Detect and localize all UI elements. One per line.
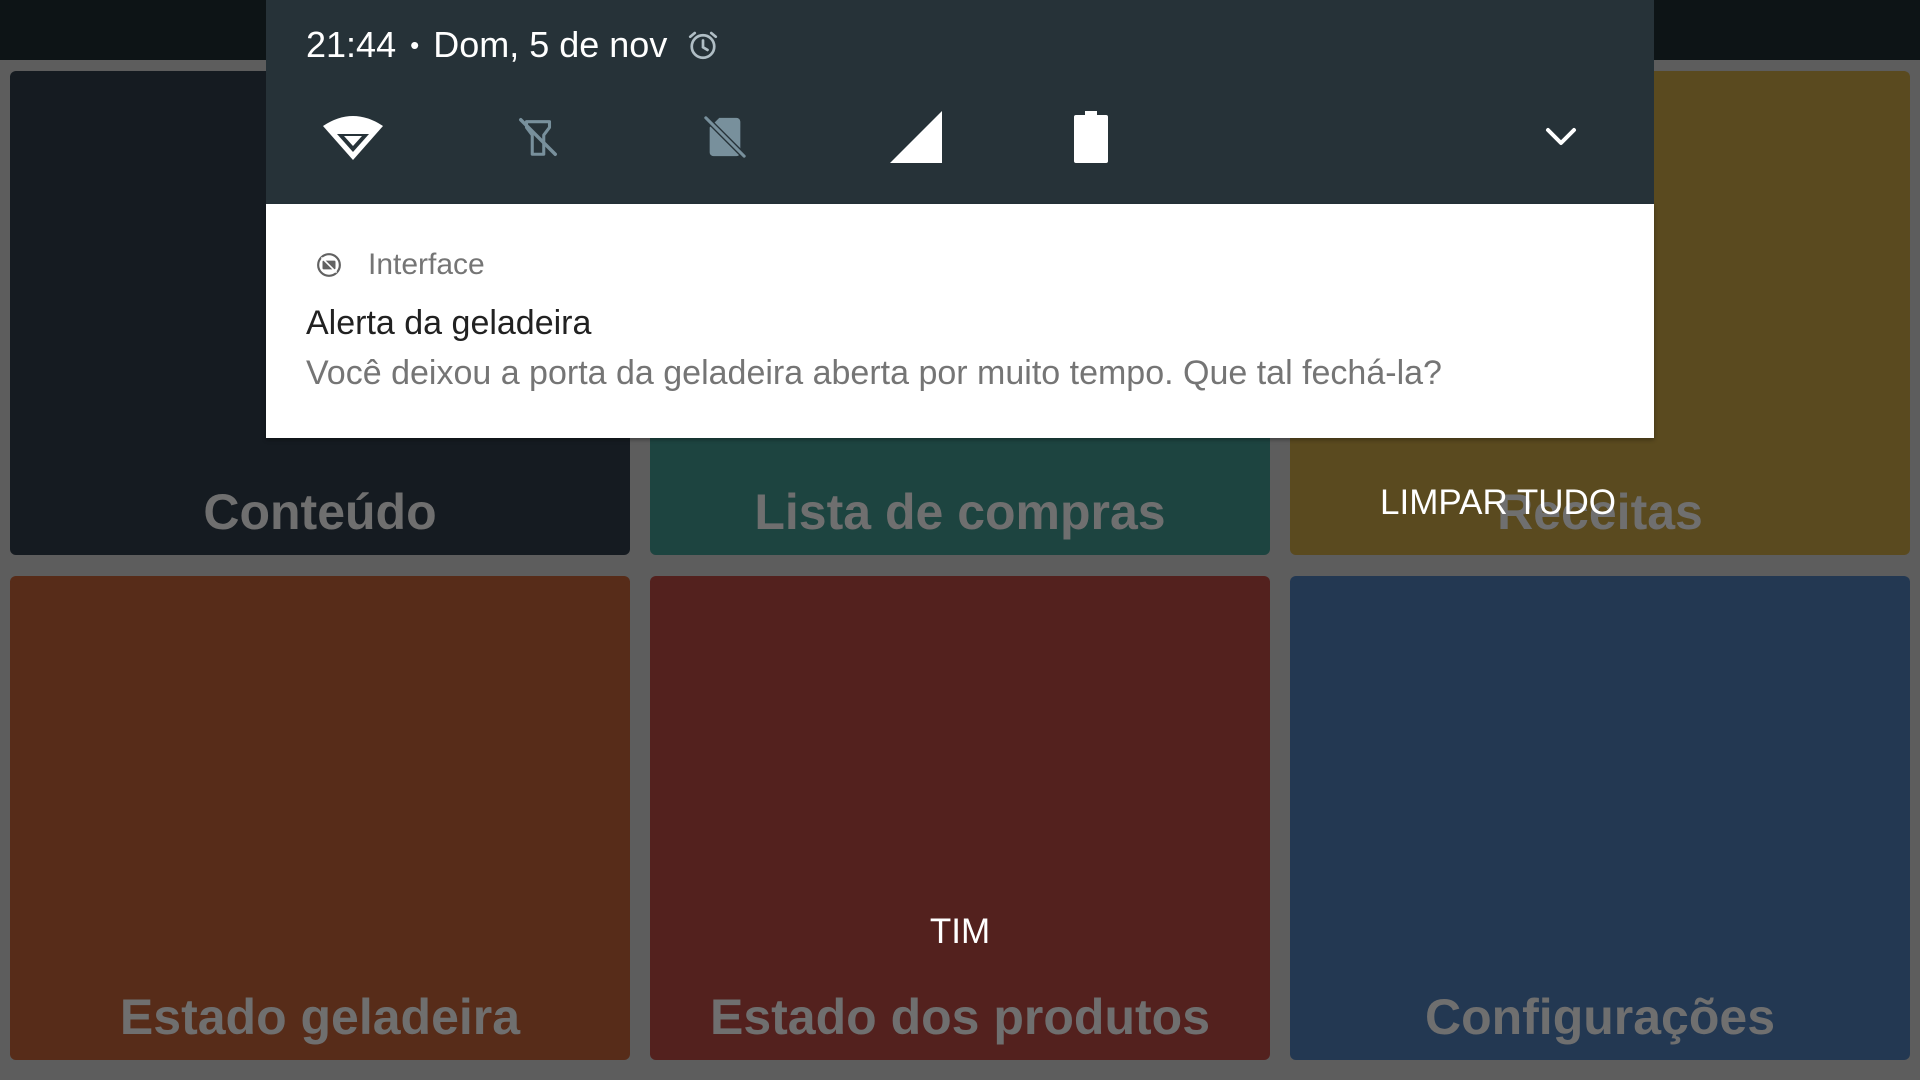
carrier-label: TIM <box>929 912 991 951</box>
tile-label: Lista de compras <box>754 484 1166 540</box>
tile-configuracoes[interactable]: Configurações <box>1290 576 1910 1060</box>
date-time: 21:44 • Dom, 5 de nov <box>306 24 721 66</box>
chevron-down-icon <box>1546 128 1576 145</box>
battery-toggle[interactable] <box>1056 102 1126 172</box>
wifi-toggle[interactable] <box>318 102 388 172</box>
date-text[interactable]: Dom, 5 de nov <box>433 24 667 66</box>
flashlight-off-icon <box>519 118 557 156</box>
tile-label: Configurações <box>1424 989 1776 1045</box>
wifi-icon <box>323 116 383 160</box>
alarm-icon[interactable] <box>685 27 721 63</box>
quick-settings-row <box>266 102 1654 172</box>
expand-quick-settings-button[interactable] <box>1526 102 1596 172</box>
notification-text: Você deixou a porta da geladeira aberta … <box>306 354 1442 392</box>
clock-time: 21:44 <box>306 24 397 65</box>
notification-header: Interface <box>316 248 485 282</box>
notification-title: Alerta da geladeira <box>306 304 592 342</box>
no-sim-icon <box>703 115 747 159</box>
tile-estado-geladeira[interactable]: Estado geladeira <box>10 576 630 1060</box>
sim-toggle[interactable] <box>690 102 760 172</box>
cellular-toggle[interactable] <box>881 102 951 172</box>
flashlight-toggle[interactable] <box>503 102 573 172</box>
tile-label: Conteúdo <box>203 484 437 540</box>
clear-all-button[interactable]: LIMPAR TUDO <box>1360 478 1616 528</box>
notification-shade: 21:44 • Dom, 5 de nov <box>266 0 1654 204</box>
tile-label: Estado dos produtos <box>710 989 1210 1045</box>
battery-icon <box>1074 111 1108 163</box>
notification-card[interactable]: Interface Alerta da geladeira Você deixo… <box>266 204 1654 438</box>
tile-estado-dos-produtos[interactable]: Estado dos produtos <box>650 576 1270 1060</box>
notification-app-name: Interface <box>368 248 485 281</box>
tile-label: Estado geladeira <box>119 989 521 1045</box>
separator-dot: • <box>410 29 420 60</box>
app-icon <box>317 253 341 277</box>
cell-signal-icon <box>890 111 942 163</box>
